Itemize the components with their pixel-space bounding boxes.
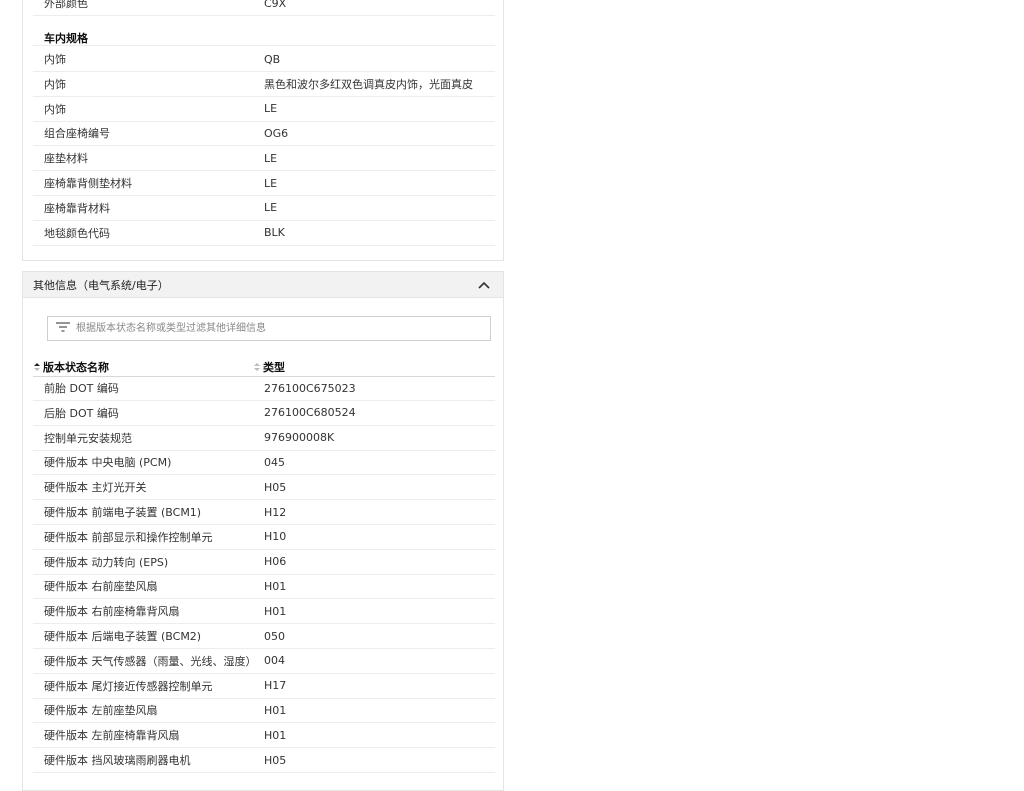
table-row: 硬件版本 尾灯接近传感器控制单元 H17 [33, 674, 495, 699]
table-row: 前胎 DOT 编码 276100C675023 [33, 376, 495, 401]
table-row: 硬件版本 右前座椅靠背风扇 H01 [33, 599, 495, 625]
table-row-label: 硬件版本 挡风玻璃雨刷器电机 [44, 754, 191, 767]
table-row-label: 控制单元安装规范 [44, 431, 132, 445]
table-row-label: 前胎 DOT 编码 [44, 382, 119, 395]
spec-row: 地毯颜色代码 BLK [33, 221, 495, 246]
table-row-value: 276100C680524 [264, 406, 356, 420]
table-row-label: 硬件版本 左前座垫风扇 [44, 704, 158, 718]
vehicle-specs-card: 外部颜色 C9X 车内规格 内饰 QB 内饰 黑色和波尔多红双色调真皮内饰，光面真皮内… [22, 0, 504, 261]
table-row: 硬件版本 右前座垫风扇 H01 [33, 574, 495, 600]
table-row-label: 硬件版本 动力转向 (EPS) [44, 555, 169, 569]
spec-row-value: LE [264, 151, 278, 165]
table-row-label: 硬件版本 前端电子装置 (BCM1) [44, 506, 202, 519]
spec-row-label: 内饰 [44, 53, 66, 66]
table-row-value: H12 [264, 505, 287, 519]
column-header-label: 类型 [263, 361, 285, 374]
column-header-type[interactable]: 类型 [253, 359, 285, 375]
table-row: 硬件版本 动力转向 (EPS) H06 [33, 550, 495, 575]
table-row-value: H01 [264, 579, 287, 593]
table-row-value: 976900008K [264, 431, 335, 445]
spec-value: C9X [264, 0, 287, 10]
table-row: 硬件版本 中央电脑 (PCM) 045 [33, 450, 495, 476]
spec-row-label: 地毯颜色代码 [44, 226, 110, 240]
spec-row: 座椅靠背材料 LE [33, 196, 495, 221]
table-row-value: H10 [264, 530, 287, 544]
spec-row-value: BLK [264, 226, 285, 240]
spec-row-label: 座椅靠背材料 [44, 201, 110, 215]
spec-row: 内饰 QB [33, 47, 495, 72]
filter-input[interactable] [70, 322, 490, 335]
table-row: 硬件版本 主灯光开关 H05 [33, 475, 495, 501]
spec-row-label: 座椅靠背侧垫材料 [44, 177, 132, 190]
filter-field[interactable] [47, 316, 491, 341]
spec-row-value: LE [264, 176, 278, 190]
table-row: 硬件版本 后端电子装置 (BCM2) 050 [33, 624, 495, 649]
spec-row: 组合座椅编号 OG6 [33, 121, 495, 147]
other-info-header[interactable]: 其他信息（电气系统/电子） [23, 272, 503, 298]
table-row: 硬件版本 前部显示和操作控制单元 H10 [33, 525, 495, 550]
table-row: 后胎 DOT 编码 276100C680524 [33, 401, 495, 426]
table-row: 硬件版本 左前座椅靠背风扇 H01 [33, 723, 495, 749]
table-row-label: 后胎 DOT 编码 [44, 406, 119, 420]
spec-row-label: 内饰 [44, 102, 66, 116]
table-row-label: 硬件版本 中央电脑 (PCM) [44, 456, 172, 470]
column-header-name[interactable]: 版本状态名称 [33, 359, 253, 375]
table-row-label: 硬件版本 后端电子装置 (BCM2) [44, 630, 202, 643]
table-row-label: 硬件版本 天气传感器（雨量、光线、湿度） [44, 654, 257, 668]
table-row-value: H05 [264, 480, 287, 494]
spec-row-label: 内饰 [44, 77, 66, 91]
table-row-value: 050 [264, 629, 285, 643]
table-row-value: H01 [264, 703, 287, 717]
other-info-panel: 其他信息（电气系统/电子） 版本状态名称 类型 前胎 DOT 编码 276100C… [22, 271, 504, 791]
table-row-value: 045 [264, 455, 285, 469]
spec-row: 内饰 黑色和波尔多红双色调真皮内饰，光面真皮 [33, 72, 495, 97]
spec-row-value: LE [264, 102, 278, 116]
table-row: 硬件版本 左前座垫风扇 H01 [33, 698, 495, 724]
spec-row-value: QB [264, 52, 281, 66]
table-row-label: 硬件版本 前部显示和操作控制单元 [44, 530, 213, 544]
table-row: 硬件版本 挡风玻璃雨刷器电机 H05 [33, 748, 495, 773]
table-row-label: 硬件版本 右前座垫风扇 [44, 580, 158, 594]
other-info-title: 其他信息（电气系统/电子） [33, 278, 169, 292]
spec-label: 外部颜色 [44, 0, 88, 10]
table-row-value: H01 [264, 728, 287, 742]
spec-row: 座椅靠背侧垫材料 LE [33, 171, 495, 196]
table-row: 硬件版本 天气传感器（雨量、光线、湿度） 004 [33, 649, 495, 674]
table-row-value: 276100C675023 [264, 381, 356, 395]
chevron-up-icon[interactable] [477, 278, 491, 292]
section-divider [33, 45, 495, 46]
table-row-value: H01 [264, 604, 287, 618]
table-row-label: 硬件版本 右前座椅靠背风扇 [44, 605, 180, 619]
spec-row-label: 座垫材料 [44, 152, 88, 166]
spec-row-label: 组合座椅编号 [44, 127, 110, 141]
spec-row-value: LE [264, 201, 278, 215]
interior-section-title: 车内规格 [44, 32, 88, 45]
spec-row-value: 黑色和波尔多红双色调真皮内饰，光面真皮 [264, 77, 473, 91]
spec-row-exterior-color: 外部颜色 C9X [33, 0, 495, 16]
spec-row: 内饰 LE [33, 97, 495, 122]
table-row-value: 004 [264, 654, 285, 668]
table-row-label: 硬件版本 左前座椅靠背风扇 [44, 729, 180, 743]
table-row-label: 硬件版本 主灯光开关 [44, 481, 147, 495]
spec-row: 座垫材料 LE [33, 146, 495, 172]
column-header-label: 版本状态名称 [43, 361, 109, 374]
table-row-value: H05 [264, 753, 287, 767]
table-row: 硬件版本 前端电子装置 (BCM1) H12 [33, 500, 495, 525]
table-row: 控制单元安装规范 976900008K [33, 426, 495, 451]
table-row-value: H06 [264, 555, 287, 569]
sort-icon[interactable] [253, 362, 261, 372]
table-row-label: 硬件版本 尾灯接近传感器控制单元 [44, 679, 213, 693]
table-header: 版本状态名称 类型 [33, 358, 495, 377]
sort-icon[interactable] [33, 362, 41, 372]
filter-icon [56, 322, 70, 335]
spec-row-value: OG6 [264, 126, 289, 140]
table-row-value: H17 [264, 679, 287, 693]
